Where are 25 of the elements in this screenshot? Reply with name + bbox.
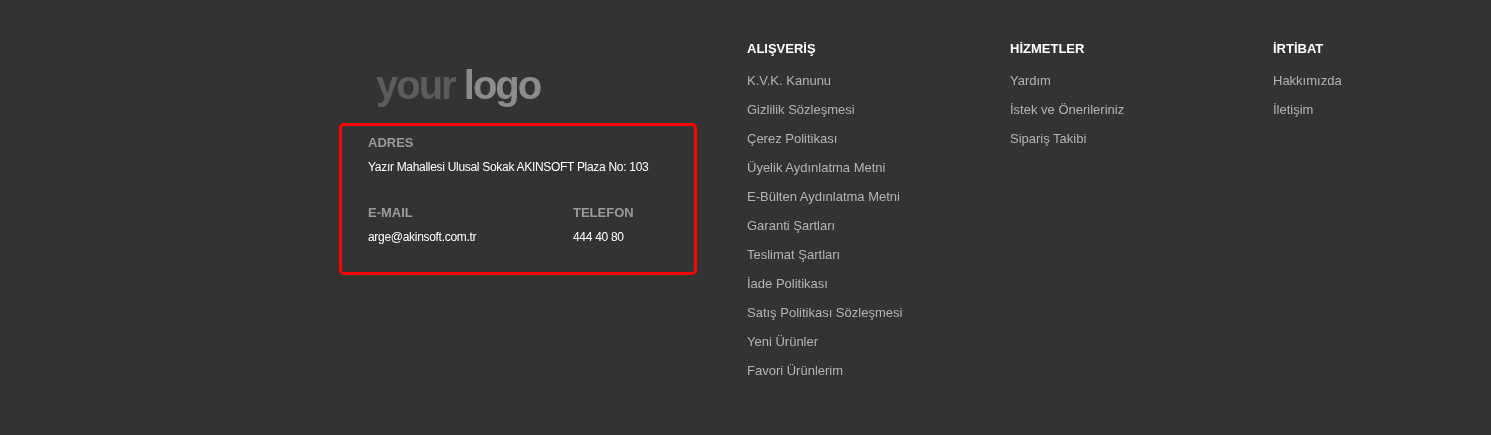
footer-link[interactable]: Üyelik Aydınlatma Metni (747, 160, 886, 176)
address-label: ADRES (368, 135, 414, 151)
address-text: Yazır Mahallesi Ulusal Sokak AKINSOFT Plaza No: 103 (368, 159, 649, 175)
footer-link[interactable]: Çerez Politikası (747, 131, 838, 147)
footer-link[interactable]: E-Bülten Aydınlatma Metni (747, 189, 900, 205)
footer-link[interactable]: Teslimat Şartları (747, 247, 841, 263)
footer-link[interactable]: Hakkımızda (1273, 73, 1342, 89)
phone-label: TELEFON (573, 205, 634, 221)
footer-link[interactable]: İade Politikası (747, 276, 828, 292)
email-text: arge@akinsoft.com.tr (368, 229, 477, 245)
footer-link[interactable]: Garanti Şartları (747, 218, 836, 234)
footer-link[interactable]: Yeni Ürünler (747, 334, 819, 350)
footer-link[interactable]: Yardım (1010, 73, 1051, 89)
footer-link[interactable]: K.V.K. Kanunu (747, 73, 832, 89)
phone-text: 444 40 80 (573, 229, 624, 245)
column-heading: İRTİBAT (1273, 41, 1324, 57)
footer-link[interactable]: İstek ve Önerileriniz (1010, 102, 1125, 118)
footer-link[interactable]: Satış Politikası Sözleşmesi (747, 305, 903, 321)
footer-link[interactable]: Gizlilik Sözleşmesi (747, 102, 855, 118)
footer-link[interactable]: Sipariş Takibi (1010, 131, 1087, 147)
footer-link[interactable]: İletişim (1273, 102, 1314, 118)
footer-link[interactable]: Favori Ürünlerim (747, 363, 844, 379)
column-heading: HİZMETLER (1010, 41, 1085, 57)
column-heading: ALIŞVERİŞ (747, 41, 816, 57)
email-label: E-MAIL (368, 205, 413, 221)
